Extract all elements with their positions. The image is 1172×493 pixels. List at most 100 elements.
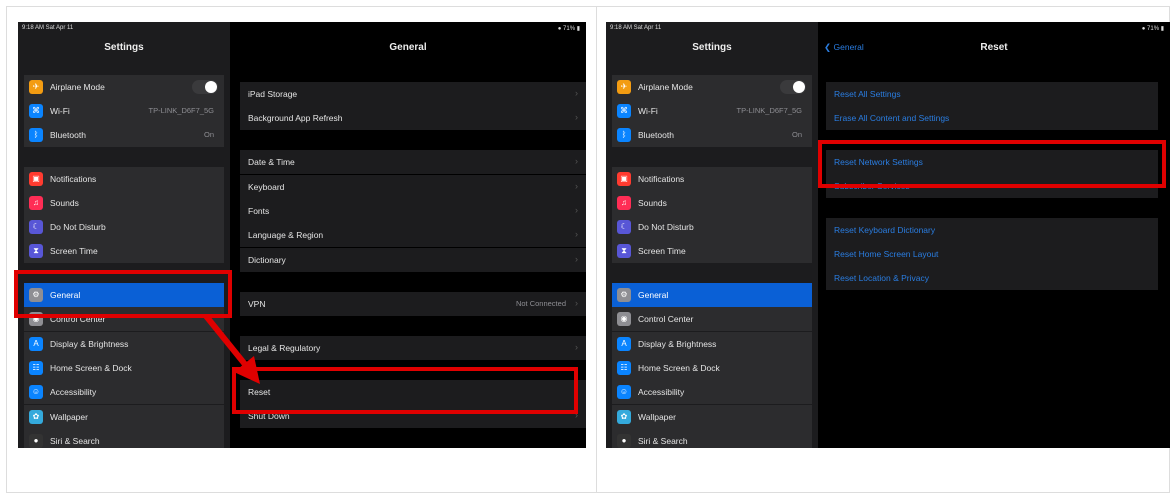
sidebar-item-value: TP-LINK_D6F7_5G: [148, 106, 214, 115]
chevron-right-icon: ›: [575, 181, 578, 191]
sidebar-item-display-and-brightness[interactable]: A Display & Brightness: [612, 332, 812, 356]
status-battery: ● 71% ▮: [557, 26, 580, 32]
sidebar-item-label: Wallpaper: [638, 412, 676, 422]
bluetooth-icon: ᛒ: [29, 128, 43, 142]
airplane-mode-toggle[interactable]: [780, 80, 806, 94]
sidebar-item-label: Display & Brightness: [50, 339, 129, 349]
detail-item-ipad-storage[interactable]: iPad Storage ›: [240, 82, 586, 106]
sidebar-item-label: Siri & Search: [638, 436, 688, 446]
sidebar-item-label: Sounds: [638, 198, 667, 208]
sidebar-item-display-and-brightness[interactable]: A Display & Brightness: [24, 332, 224, 356]
sidebar-item-wallpaper[interactable]: ✿ Wallpaper: [24, 405, 224, 429]
sidebar-item-label: Home Screen & Dock: [50, 363, 132, 373]
detail-item-legal-and-regulatory[interactable]: Legal & Regulatory ›: [240, 336, 586, 360]
sidebar-item-sounds[interactable]: ♫ Sounds: [612, 191, 812, 215]
detail-item-label: Date & Time: [248, 157, 295, 167]
moon-icon: ☾: [617, 220, 631, 234]
detail-item-date-and-time[interactable]: Date & Time ›: [240, 150, 586, 174]
sidebar-item-wi-fi[interactable]: ⌘ Wi-Fi TP-LINK_D6F7_5G: [612, 99, 812, 123]
sidebar-item-notifications[interactable]: ▣ Notifications: [612, 167, 812, 191]
detail-item-erase-all-content-and-settings[interactable]: Erase All Content and Settings: [826, 106, 1158, 130]
detail-item-reset-all-settings[interactable]: Reset All Settings: [826, 82, 1158, 106]
left-sidebar: 9:18 AM Sat Apr 11 Settings ✈ Airplane Mo…: [18, 22, 230, 448]
home-screen-icon: ☷: [29, 361, 43, 375]
chevron-right-icon: ›: [575, 156, 578, 166]
chevron-right-icon: ›: [575, 229, 578, 239]
detail-item-label: Reset Location & Privacy: [834, 273, 929, 283]
right-screenshot: 9:18 AM Sat Apr 11 Settings ✈ Airplane Mo…: [606, 22, 1170, 448]
sidebar-item-label: Bluetooth: [638, 130, 674, 140]
detail-item-label: Background App Refresh: [248, 113, 343, 123]
sidebar-item-label: Airplane Mode: [638, 82, 693, 92]
wifi-icon: ⌘: [29, 104, 43, 118]
sidebar-item-wi-fi[interactable]: ⌘ Wi-Fi TP-LINK_D6F7_5G: [24, 99, 224, 123]
airplane-mode-toggle[interactable]: [192, 80, 218, 94]
highlight-reset: [232, 367, 578, 414]
sidebar-item-do-not-disturb[interactable]: ☾ Do Not Disturb: [24, 215, 224, 239]
sidebar-item-label: Notifications: [638, 174, 685, 184]
sidebar-item-label: Airplane Mode: [50, 82, 105, 92]
sidebar-item-screen-time[interactable]: ⧗ Screen Time: [24, 239, 224, 263]
wallpaper-icon: ✿: [29, 410, 43, 424]
sidebar-item-accessibility[interactable]: ☺ Accessibility: [24, 380, 224, 404]
sidebar-item-bluetooth[interactable]: ᛒ Bluetooth On: [24, 123, 224, 147]
sidebar-item-home-screen-and-dock[interactable]: ☷ Home Screen & Dock: [24, 356, 224, 380]
sidebar-item-value: On: [791, 130, 802, 139]
sidebar-title: Settings: [692, 42, 732, 53]
sidebar-item-airplane-mode[interactable]: ✈ Airplane Mode: [24, 75, 224, 99]
detail-item-background-app-refresh[interactable]: Background App Refresh ›: [240, 106, 586, 130]
sidebar-item-general[interactable]: ⚙ General: [612, 283, 812, 307]
bluetooth-icon: ᛒ: [617, 128, 631, 142]
detail-item-vpn[interactable]: VPN Not Connected ›: [240, 292, 586, 316]
status-time: 9:18 AM Sat Apr 11: [610, 25, 662, 31]
sidebar-item-value: On: [203, 130, 214, 139]
sidebar-item-label: Wallpaper: [50, 412, 88, 422]
detail-item-label: Keyboard: [248, 182, 285, 192]
sidebar-item-label: Sounds: [50, 198, 79, 208]
sidebar-item-value: TP-LINK_D6F7_5G: [736, 106, 802, 115]
display-icon: A: [29, 337, 43, 351]
sidebar-item-screen-time[interactable]: ⧗ Screen Time: [612, 239, 812, 263]
detail-item-language-and-region[interactable]: Language & Region ›: [240, 223, 586, 247]
sidebar-item-label: Accessibility: [50, 387, 97, 397]
detail-item-label: Dictionary: [248, 255, 286, 265]
detail-item-reset-location-and-privacy[interactable]: Reset Location & Privacy: [826, 266, 1158, 290]
detail-item-dictionary[interactable]: Dictionary ›: [240, 248, 586, 272]
detail-item-label: Reset Keyboard Dictionary: [834, 225, 936, 235]
sidebar-item-label: Screen Time: [638, 246, 686, 256]
sidebar-item-label: Display & Brightness: [638, 339, 717, 349]
sounds-icon: ♫: [617, 196, 631, 210]
hourglass-icon: ⧗: [29, 244, 43, 258]
sidebar-item-airplane-mode[interactable]: ✈ Airplane Mode: [612, 75, 812, 99]
detail-item-value: Not Connected: [515, 299, 566, 308]
sidebar-item-home-screen-and-dock[interactable]: ☷ Home Screen & Dock: [612, 356, 812, 380]
accessibility-icon: ☺: [29, 385, 43, 399]
sidebar-title: Settings: [104, 42, 144, 53]
red-arrow-icon: [203, 314, 260, 384]
chevron-right-icon: ›: [575, 342, 578, 352]
chevron-right-icon: ›: [575, 112, 578, 122]
sidebar-item-label: Siri & Search: [50, 436, 100, 446]
detail-item-reset-keyboard-dictionary[interactable]: Reset Keyboard Dictionary: [826, 218, 1158, 242]
sidebar-item-sounds[interactable]: ♫ Sounds: [24, 191, 224, 215]
sidebar-item-siri-and-search[interactable]: ● Siri & Search: [612, 429, 812, 448]
sidebar-item-do-not-disturb[interactable]: ☾ Do Not Disturb: [612, 215, 812, 239]
sidebar-item-wallpaper[interactable]: ✿ Wallpaper: [612, 405, 812, 429]
hourglass-icon: ⧗: [617, 244, 631, 258]
highlight-reset-network: [818, 140, 1166, 188]
moon-icon: ☾: [29, 220, 43, 234]
notifications-icon: ▣: [29, 172, 43, 186]
sidebar-item-label: Do Not Disturb: [50, 222, 106, 232]
sidebar-item-notifications[interactable]: ▣ Notifications: [24, 167, 224, 191]
detail-item-reset-home-screen-layout[interactable]: Reset Home Screen Layout: [826, 242, 1158, 266]
sidebar-item-label: Screen Time: [50, 246, 98, 256]
sidebar-item-bluetooth[interactable]: ᛒ Bluetooth On: [612, 123, 812, 147]
detail-item-fonts[interactable]: Fonts ›: [240, 199, 586, 223]
sidebar-item-accessibility[interactable]: ☺ Accessibility: [612, 380, 812, 404]
detail-item-label: Reset All Settings: [834, 89, 901, 99]
sidebar-item-control-center[interactable]: ◉ Control Center: [612, 307, 812, 331]
control-center-icon: ◉: [617, 312, 631, 326]
detail-item-keyboard[interactable]: Keyboard ›: [240, 175, 586, 199]
airplane-icon: ✈: [29, 80, 43, 94]
sidebar-item-siri-and-search[interactable]: ● Siri & Search: [24, 429, 224, 448]
